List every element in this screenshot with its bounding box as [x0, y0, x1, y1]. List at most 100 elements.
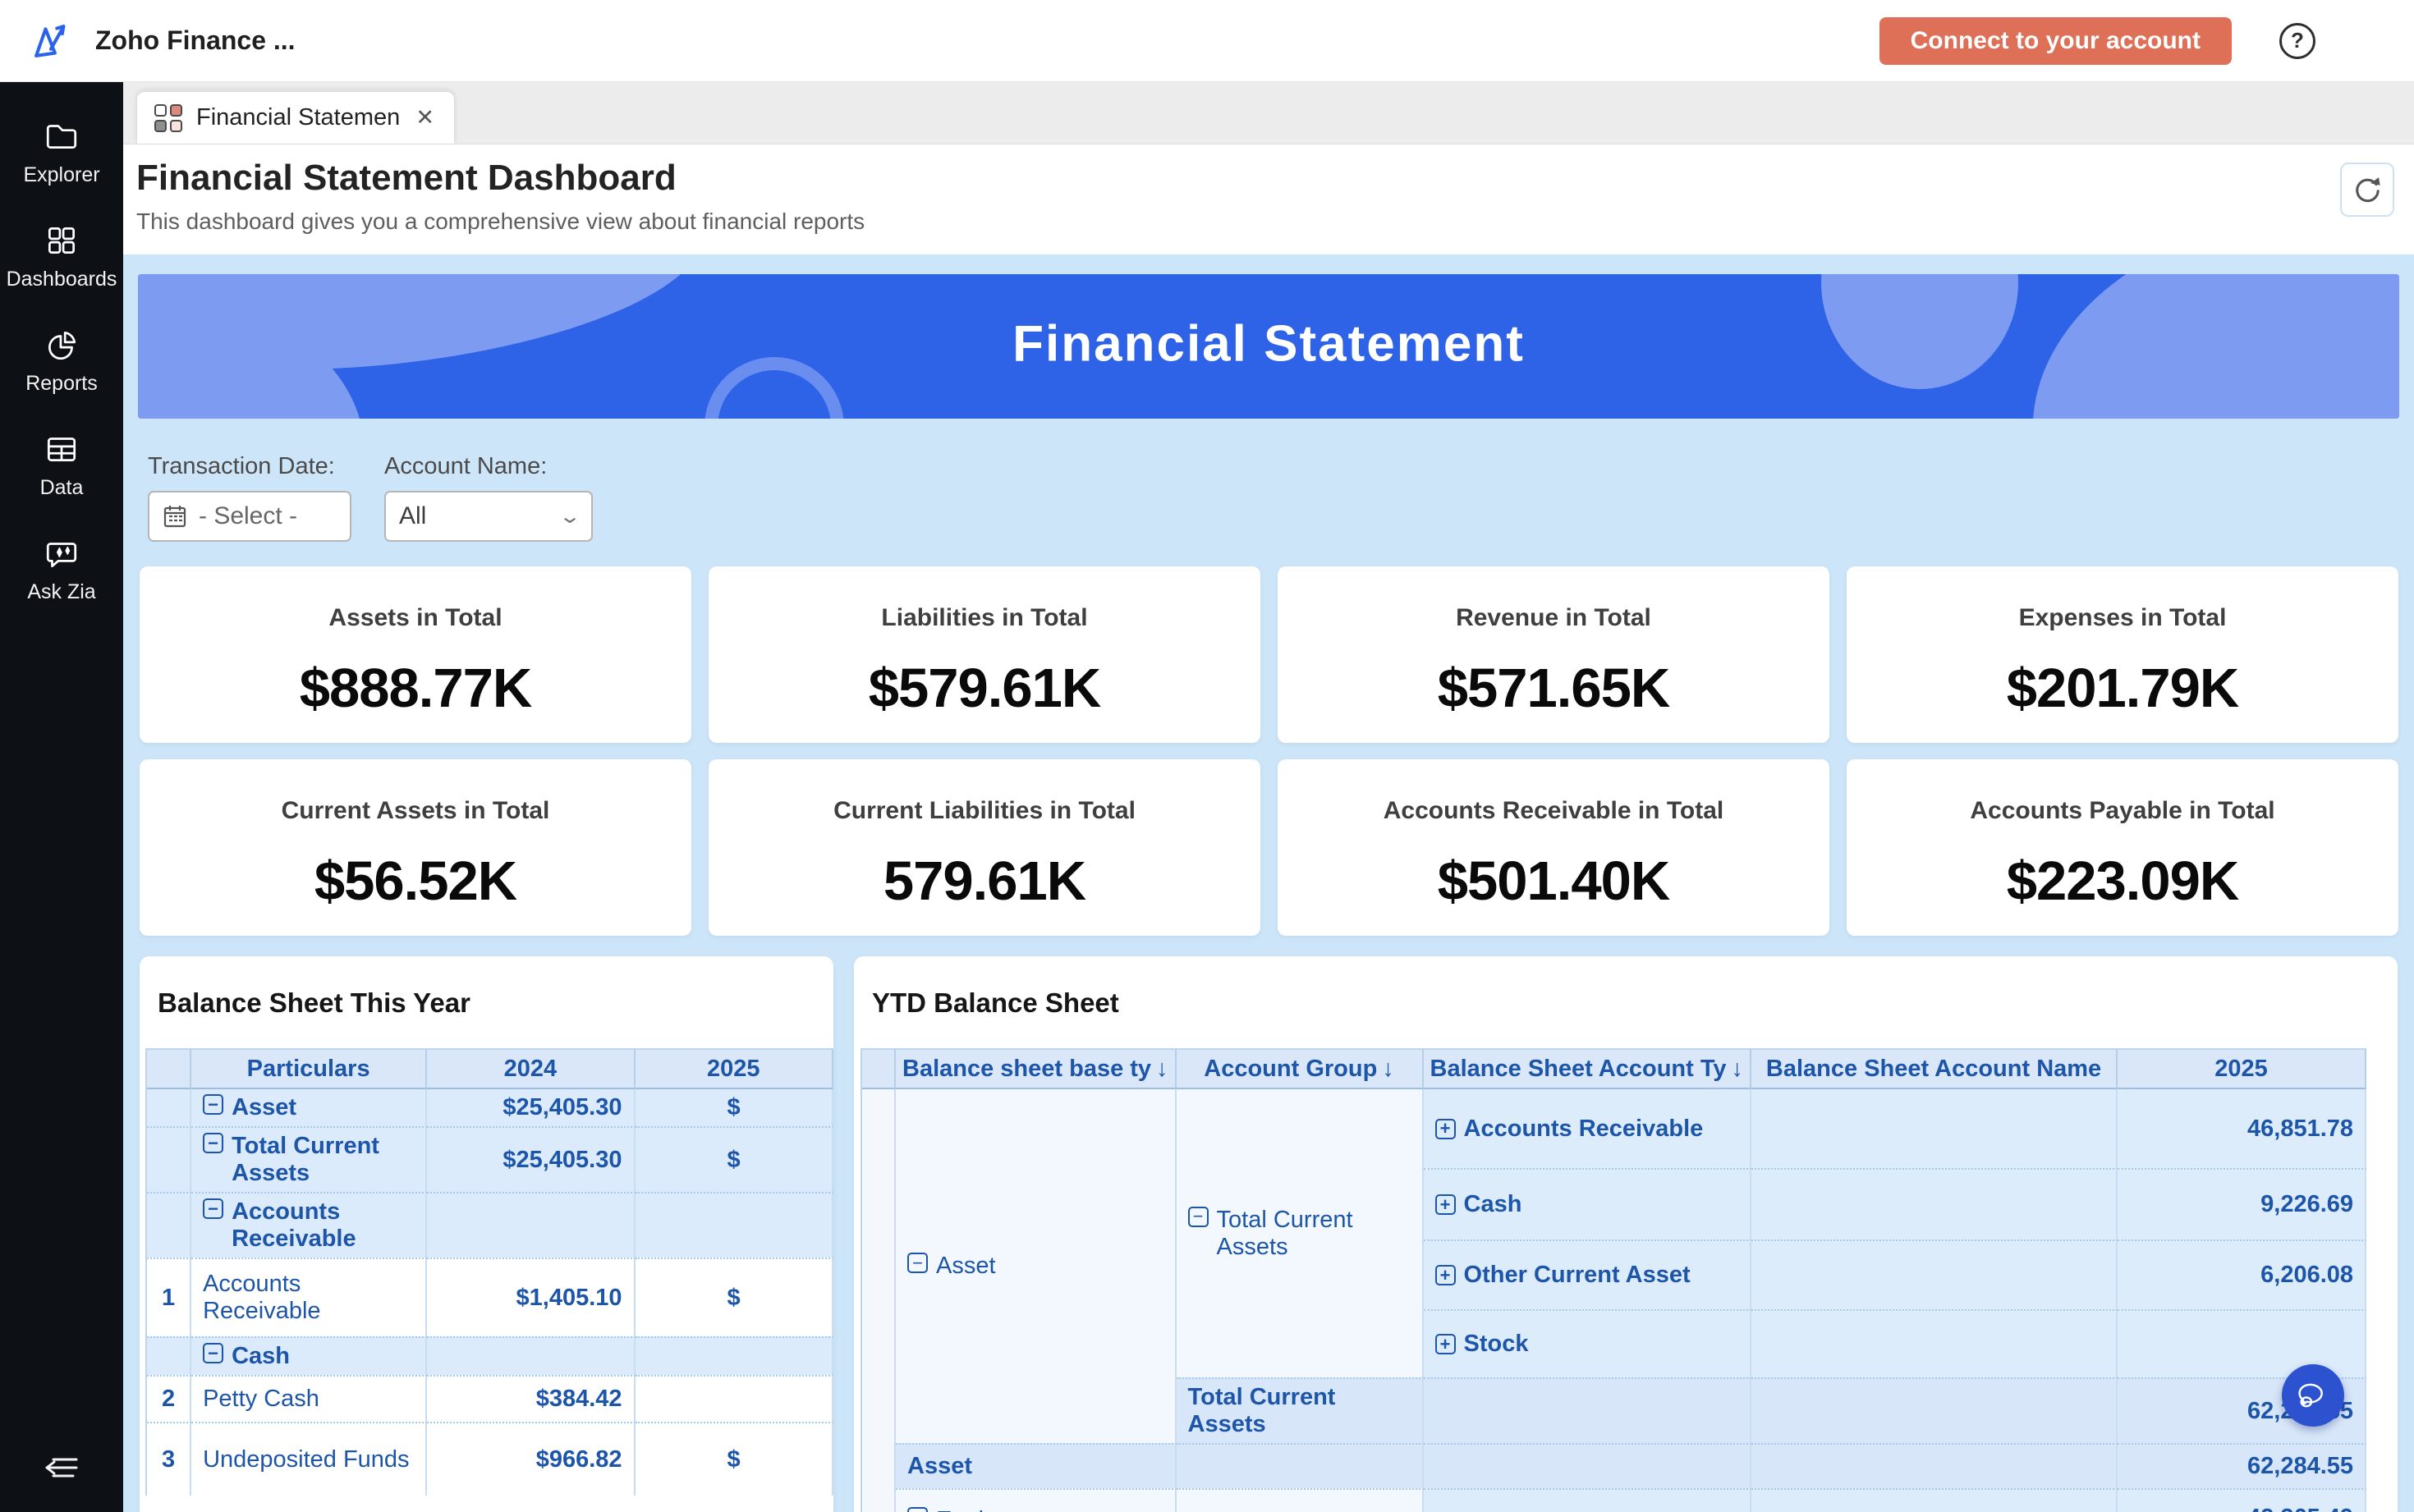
zia-chat-button[interactable] — [2282, 1364, 2344, 1427]
table-row[interactable]: 2 Petty Cash $384.42 — [147, 1375, 833, 1422]
account-name-value: All — [399, 502, 426, 530]
table-row[interactable]: −Equity + 42,365.49 — [862, 1488, 2366, 1512]
balance-sheet-card-title: Balance Sheet This Year — [158, 987, 470, 1019]
sidebar-item-dashboards[interactable]: Dashboards — [0, 204, 123, 309]
kpi-title: Accounts Receivable in Total — [1384, 797, 1724, 825]
kpi-value: $223.09K — [2007, 850, 2239, 913]
expand-row-icon[interactable]: + — [1435, 1194, 1456, 1215]
chat-bubbles-icon — [2294, 1377, 2332, 1414]
banner: Financial Statement — [138, 274, 2399, 419]
table-row[interactable]: −Total Current Assets $25,405.30 $ — [147, 1126, 833, 1192]
cell-2025: 42,365.49 — [2118, 1488, 2366, 1512]
kpi-title: Expenses in Total — [2019, 604, 2227, 632]
row-label: Accounts Receivable — [191, 1258, 427, 1336]
table-row[interactable]: −Accounts Receivable — [147, 1192, 833, 1258]
cell-2024 — [427, 1192, 635, 1258]
calendar-icon — [163, 504, 187, 529]
chat-sparkles-icon — [43, 534, 80, 572]
sort-down-icon: ↓ — [1382, 1056, 1394, 1082]
column-header[interactable] — [147, 1048, 191, 1089]
sidebar: Explorer Dashboards Reports — [0, 82, 123, 1512]
row-label: Equity — [936, 1507, 1003, 1512]
column-header-2025[interactable]: 2025 — [636, 1048, 833, 1089]
column-header-base-type[interactable]: Balance sheet base ty↓ — [896, 1048, 1177, 1089]
table-row[interactable]: 1 Accounts Receivable $1,405.10 $ — [147, 1258, 833, 1336]
page-title: Financial Statement Dashboard — [136, 158, 677, 199]
cell-2025: $ — [636, 1126, 833, 1192]
kpi-title: Assets in Total — [328, 604, 502, 632]
kpi-card-revenue: Revenue in Total $571.65K — [1278, 566, 1829, 743]
sidebar-item-label: Ask Zia — [27, 580, 95, 604]
dashboard-tab-icon — [154, 103, 183, 133]
column-header-account-name[interactable]: Balance Sheet Account Name — [1751, 1048, 2118, 1089]
top-bar: Zoho Finance ... Connect to your account… — [0, 0, 2414, 82]
total-row[interactable]: Asset 62,284.55 — [862, 1443, 2366, 1488]
sidebar-item-reports[interactable]: Reports — [0, 309, 123, 413]
cell-2025 — [636, 1375, 833, 1422]
collapse-row-icon[interactable]: − — [1188, 1207, 1209, 1227]
table-row[interactable]: −Cash — [147, 1336, 833, 1375]
cell-2025: $ — [636, 1089, 833, 1126]
collapse-row-icon[interactable]: − — [203, 1343, 223, 1363]
balance-sheet-card: Balance Sheet This Year Particulars 2024… — [140, 956, 833, 1512]
cell-2025 — [636, 1192, 833, 1258]
ytd-table: Balance sheet base ty↓ Account Group↓ Ba… — [861, 1048, 2398, 1512]
zoho-analytics-logo-icon[interactable] — [30, 20, 72, 62]
transaction-date-input[interactable]: - Select - — [148, 491, 351, 542]
table-row[interactable]: −Asset $25,405.30 $ — [147, 1089, 833, 1126]
cell-2024 — [427, 1336, 635, 1375]
collapse-row-icon[interactable]: − — [203, 1094, 223, 1115]
row-label: Accounts Receivable — [232, 1198, 414, 1253]
column-header-particulars[interactable]: Particulars — [191, 1048, 427, 1089]
help-icon[interactable]: ? — [2279, 23, 2315, 59]
table-row[interactable]: −Asset −Total Current Assets +Accounts R… — [862, 1089, 2366, 1168]
sidebar-item-label: Explorer — [23, 163, 99, 187]
total-value: 62,284.55 — [2118, 1443, 2366, 1488]
row-label: Accounts Receivable — [1464, 1116, 1704, 1143]
folder-icon — [43, 117, 80, 155]
collapse-row-icon[interactable]: − — [907, 1253, 928, 1273]
banner-title: Financial Statement — [138, 315, 2399, 373]
sidebar-item-label: Dashboards — [7, 268, 117, 291]
row-label: Other Current Asset — [1464, 1262, 1691, 1289]
column-header-2025[interactable]: 2025 — [2118, 1048, 2366, 1089]
kpi-value: $201.79K — [2007, 657, 2239, 720]
kpi-card-current-assets: Current Assets in Total $56.52K — [140, 759, 691, 936]
connect-account-button[interactable]: Connect to your account — [1879, 17, 2232, 65]
ytd-card-title: YTD Balance Sheet — [872, 987, 1119, 1019]
cell-account-name — [1751, 1239, 2118, 1309]
column-header-2024[interactable]: 2024 — [427, 1048, 635, 1089]
tab-close-icon[interactable]: ✕ — [412, 105, 438, 131]
subtotal-label: Total Current Assets — [1177, 1377, 1424, 1443]
collapse-sidebar-icon[interactable] — [42, 1451, 81, 1484]
refresh-button[interactable] — [2340, 163, 2394, 217]
kpi-card-accounts-payable: Accounts Payable in Total $223.09K — [1847, 759, 2398, 936]
tab-financial-statement[interactable]: Financial Statement ... ✕ — [136, 91, 455, 144]
expand-row-icon[interactable]: + — [1435, 1334, 1456, 1354]
column-header[interactable] — [862, 1048, 896, 1089]
sidebar-item-label: Reports — [25, 372, 98, 396]
content-header: Financial Statement Dashboard This dashb… — [123, 144, 2414, 254]
account-name-label: Account Name: — [384, 453, 547, 480]
balance-sheet-table: Particulars 2024 2025 −Asset $25,405.30 … — [145, 1048, 833, 1512]
sidebar-item-data[interactable]: Data — [0, 413, 123, 517]
sidebar-item-ask-zia[interactable]: Ask Zia — [0, 517, 123, 621]
cell-2025: $ — [636, 1258, 833, 1336]
table-row[interactable]: 3 Undeposited Funds $966.82 $ — [147, 1422, 833, 1496]
column-header-account-type[interactable]: Balance Sheet Account Ty↓ — [1424, 1048, 1752, 1089]
collapse-row-icon[interactable]: − — [907, 1507, 928, 1512]
total-label: Asset — [896, 1443, 1177, 1488]
expand-row-icon[interactable]: + — [1435, 1119, 1456, 1139]
table-icon — [43, 430, 80, 468]
expand-row-icon[interactable]: + — [1435, 1265, 1456, 1285]
cell-2025: $ — [636, 1422, 833, 1496]
collapse-row-icon[interactable]: − — [203, 1133, 223, 1153]
column-header-account-group[interactable]: Account Group↓ — [1177, 1048, 1424, 1089]
ytd-balance-sheet-card: YTD Balance Sheet Balance sheet base ty↓… — [854, 956, 2398, 1512]
cell-2025 — [636, 1336, 833, 1375]
account-name-select[interactable]: All ⌄ — [384, 491, 593, 542]
sidebar-item-explorer[interactable]: Explorer — [0, 100, 123, 204]
cell-2024: $1,405.10 — [427, 1258, 635, 1336]
row-label: Undeposited Funds — [191, 1422, 427, 1496]
collapse-row-icon[interactable]: − — [203, 1198, 223, 1219]
